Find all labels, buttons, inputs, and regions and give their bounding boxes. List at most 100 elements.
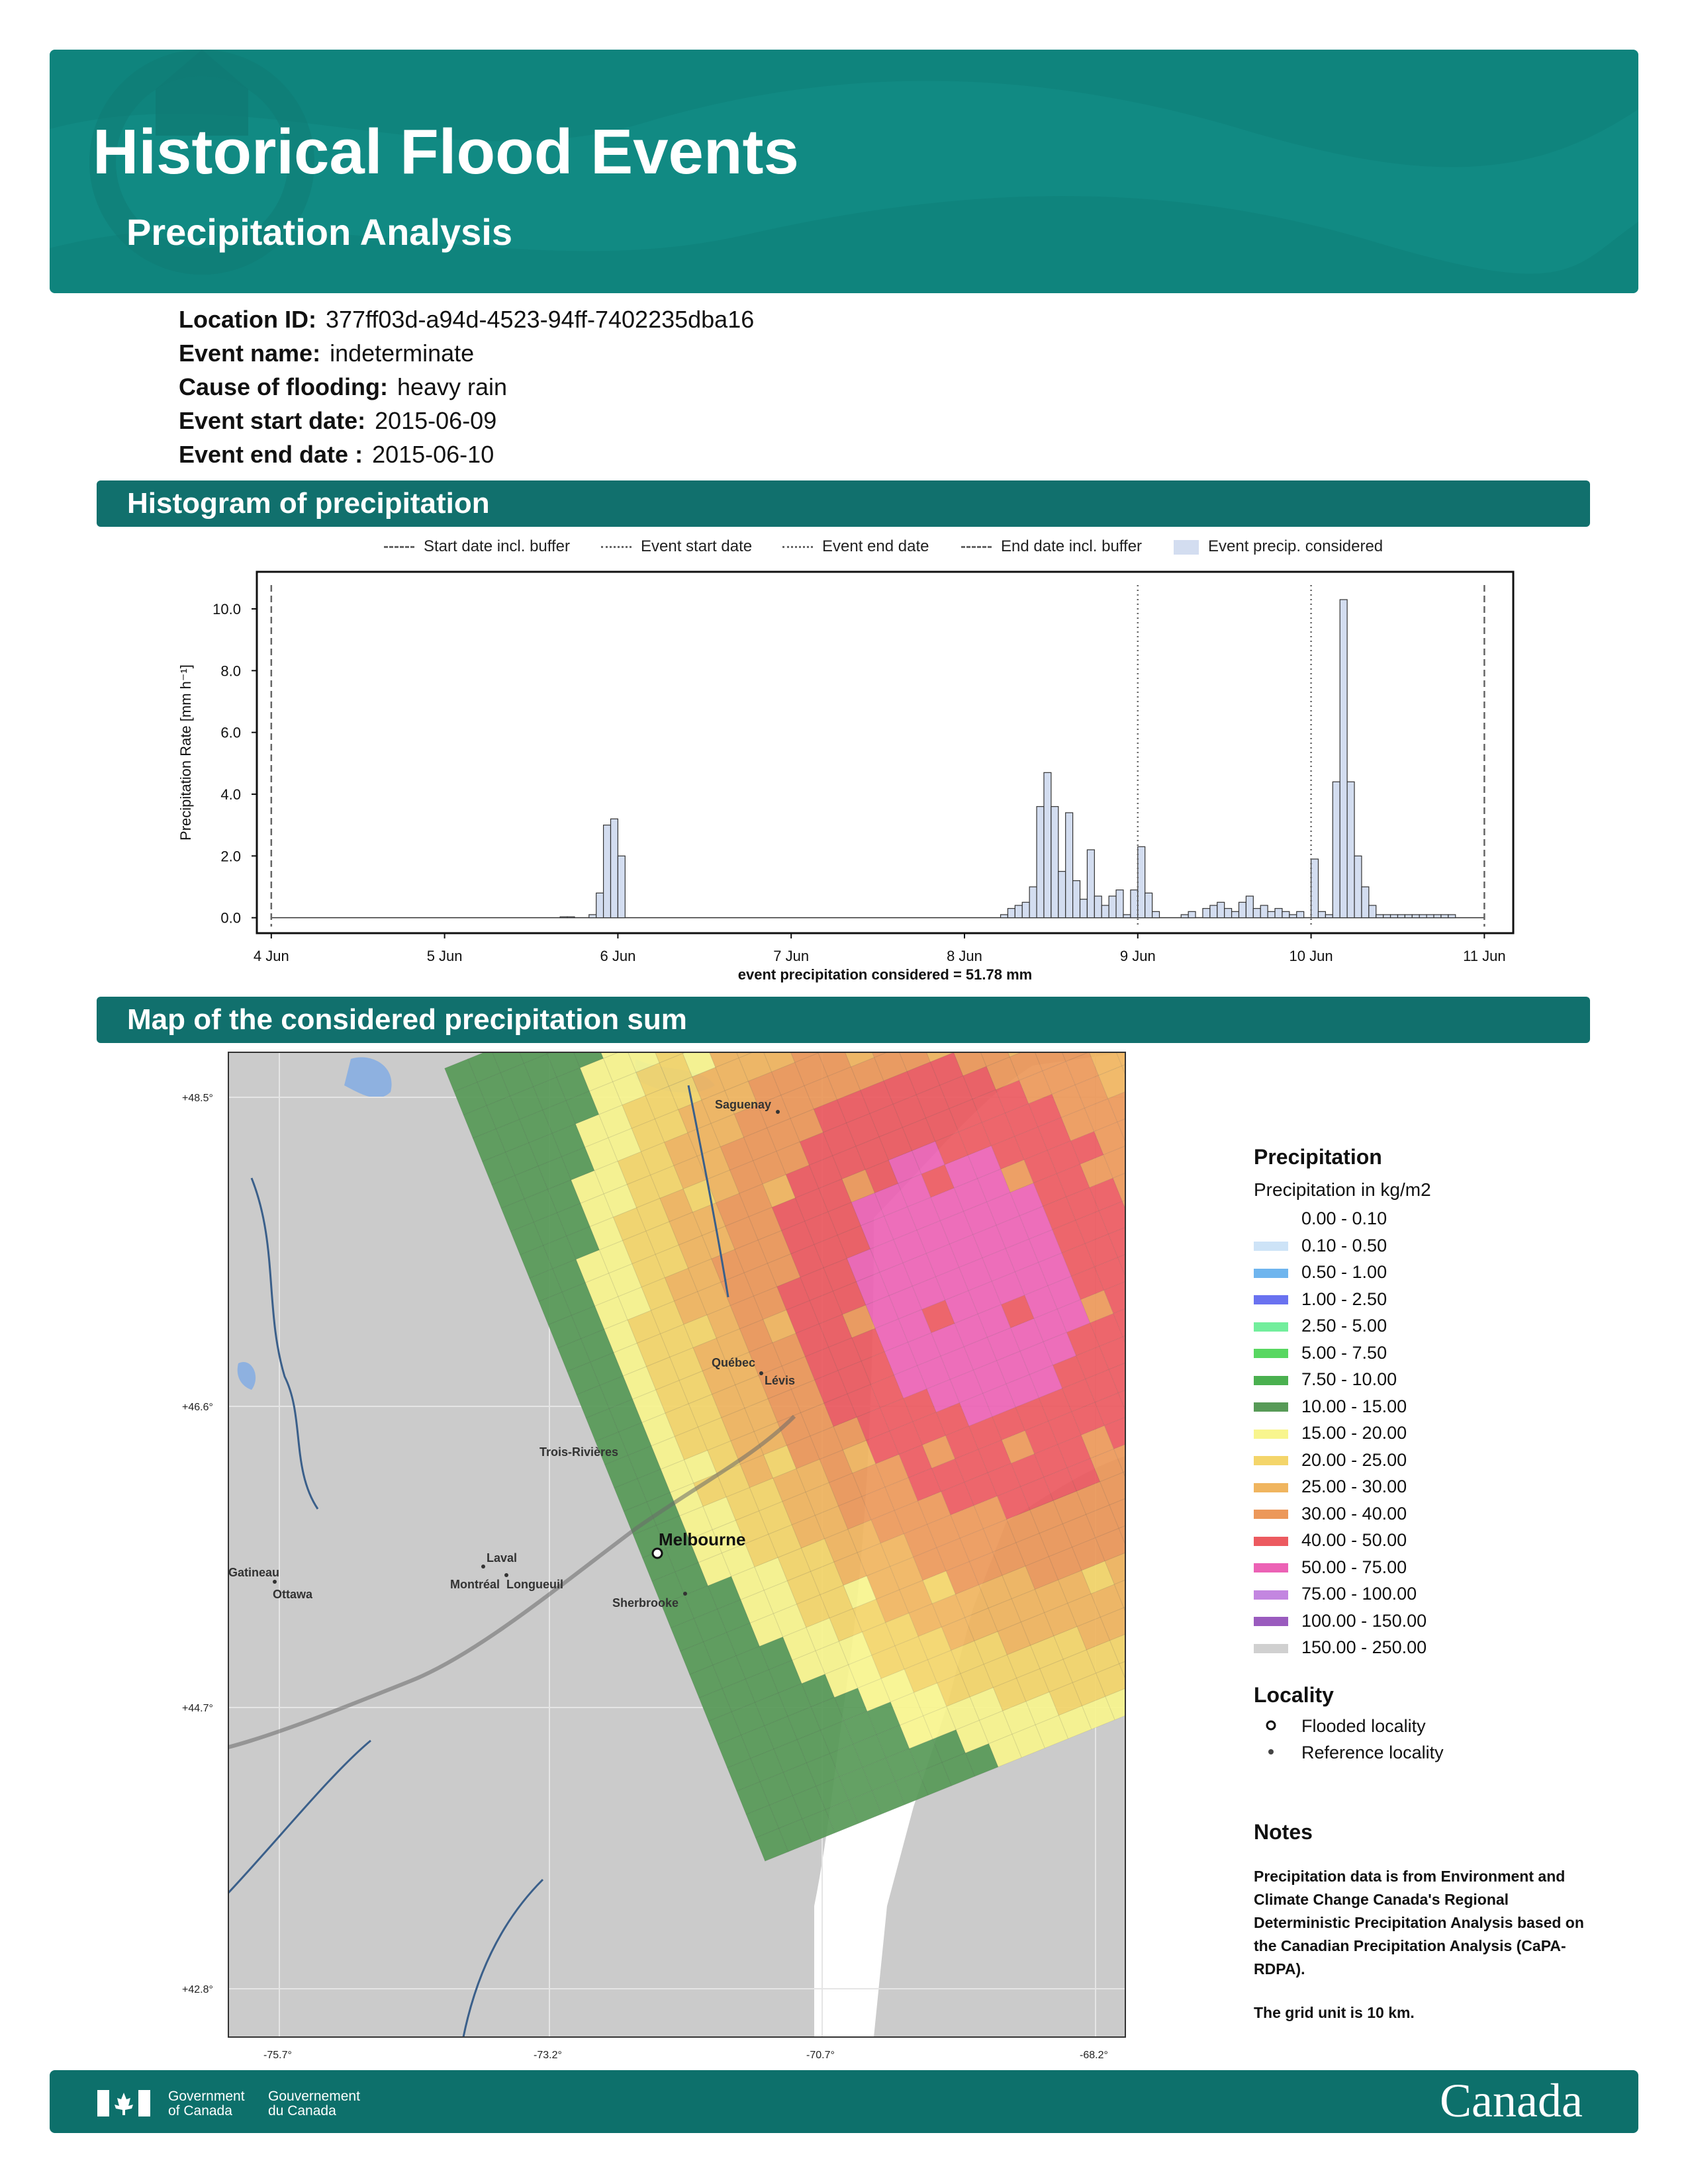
precip-bar [1231, 911, 1240, 919]
info-location-id: Location ID: 377ff03d-a94d-4523-94ff-7402… [179, 306, 754, 334]
precip-cell [1079, 1052, 1113, 1053]
info-cause: Cause of flooding: heavy rain [179, 373, 507, 401]
precip-bar [1282, 911, 1290, 919]
precip-cell [1142, 1510, 1174, 1542]
precip-bar [1000, 914, 1009, 919]
legend-end-buffer: End date incl. buffer [961, 537, 1142, 556]
precip-class-row: 100.00 - 150.00 [1254, 1611, 1427, 1631]
government-of-canada-fr: Gouvernement du Canada [268, 2089, 360, 2118]
precip-bar [1325, 914, 1333, 919]
government-of-canada-en: Government of Canada [168, 2089, 245, 2118]
legend-flooded-locality: Flooded locality [1254, 1716, 1426, 1737]
precip-cell [1155, 1206, 1188, 1238]
precip-cell [1160, 1285, 1192, 1318]
precip-bar [1411, 914, 1420, 919]
section-title: Map of the considered precipitation sum [127, 1003, 687, 1036]
precip-cell [1169, 1173, 1192, 1206]
precip-class-row: 75.00 - 100.00 [1254, 1584, 1417, 1604]
city-label: Saguenay [715, 1098, 771, 1111]
legend-event-start: Event start date [601, 537, 752, 556]
precip-cell [1023, 1046, 1056, 1048]
header-banner: Historical Flood Events Precipitation An… [50, 50, 1638, 293]
precip-bar [617, 855, 626, 919]
precip-class-row: 5.00 - 7.50 [1254, 1343, 1387, 1363]
precip-cell [1170, 1308, 1192, 1341]
precip-class-row: 25.00 - 30.00 [1254, 1477, 1407, 1497]
precip-cell [1131, 1080, 1164, 1113]
precip-cell [1121, 1056, 1125, 1090]
precip-class-row: 150.00 - 250.00 [1254, 1637, 1427, 1658]
precip-cell [1129, 1678, 1161, 1710]
precip-cell [1161, 1556, 1192, 1588]
legend-event-end: Event end date [782, 537, 929, 556]
precip-class-swatch [1254, 1536, 1288, 1546]
info-start-date: Event start date: 2015-06-09 [179, 407, 496, 435]
precip-cell [1159, 1046, 1192, 1047]
info-value: 2015-06-09 [375, 407, 497, 434]
precip-cell [1184, 1276, 1192, 1308]
precip-cell [1137, 1160, 1169, 1192]
precip-cell [1165, 1365, 1192, 1397]
precip-legend-subtitle: Precipitation in kg/m2 [1254, 1179, 1431, 1200]
info-event-name: Event name: indeterminate [179, 340, 474, 367]
city-label: Gatineau [228, 1566, 279, 1579]
precip-cell [1151, 1397, 1184, 1430]
info-label: Event start date: [179, 407, 366, 434]
precip-class-label: 0.50 - 1.00 [1301, 1262, 1387, 1282]
precip-cell [1147, 1589, 1180, 1621]
precip-cell [1141, 1239, 1174, 1271]
info-value: 2015-06-10 [372, 441, 494, 468]
precip-class-swatch [1254, 1429, 1288, 1439]
precip-cell [1180, 1467, 1192, 1500]
precip-bar [1145, 892, 1153, 919]
precip-cell [1174, 1388, 1192, 1420]
precip-cell [1133, 1486, 1165, 1519]
precip-cell [1127, 1136, 1159, 1168]
precip-cell [1179, 1332, 1192, 1365]
precip-class-row: 15.00 - 20.00 [1254, 1423, 1407, 1443]
precip-bar [1296, 911, 1305, 919]
precip-bar [1115, 889, 1124, 919]
precip-cell [1160, 1150, 1192, 1182]
precip-class-swatch [1254, 1322, 1288, 1332]
canada-wordmark: Canada [1440, 2074, 1583, 2127]
section-bar-map: Map of the considered precipitation sum [97, 997, 1590, 1043]
city-label: Trois-Rivières [539, 1445, 618, 1459]
precip-class-label: 75.00 - 100.00 [1301, 1584, 1417, 1604]
precip-cell [1184, 1547, 1192, 1579]
precip-cell [1128, 1542, 1160, 1574]
info-label: Event name: [179, 340, 321, 367]
lat-label: +44.7° [182, 1703, 213, 1714]
precip-bar [1130, 889, 1139, 919]
precip-class-swatch [1254, 1214, 1288, 1224]
info-value: heavy rain [397, 373, 508, 400]
precip-class-row: 0.50 - 1.00 [1254, 1262, 1387, 1283]
precip-cell [1136, 1046, 1168, 1056]
y-tick-label: 2.0 [220, 848, 241, 864]
precip-bar [1094, 895, 1102, 919]
precip-bar [1317, 911, 1326, 919]
precip-class-swatch [1254, 1590, 1288, 1600]
precip-histogram: 0.0 2.0 4.0 6.0 8.0 10.0 4 Jun 5 Jun 6 Jun 7 Jun 8… [177, 570, 1515, 983]
precip-bar [1058, 871, 1066, 919]
precip-class-swatch [1254, 1563, 1288, 1573]
lon-label: -68.2° [1080, 2050, 1108, 2061]
precip-cell [1152, 1668, 1184, 1701]
precip-bar [1065, 812, 1074, 919]
x-tick-label: 10 Jun [1289, 948, 1333, 964]
precip-cell [1132, 1215, 1164, 1248]
precip-bar [1252, 908, 1261, 919]
precip-cell [618, 1046, 650, 1049]
y-tick-label: 10.0 [212, 601, 241, 617]
precip-cell [1166, 1500, 1192, 1533]
precip-class-swatch [1254, 1242, 1288, 1251]
lon-label: -70.7° [806, 2050, 835, 2061]
precip-cell [1164, 1094, 1192, 1126]
precip-bar [1310, 858, 1319, 919]
precip-class-swatch [1254, 1643, 1288, 1653]
precip-class-label: 40.00 - 50.00 [1301, 1530, 1407, 1550]
precip-bar [1014, 905, 1023, 919]
precip-cell [1146, 1183, 1178, 1215]
precip-bar [1224, 908, 1233, 919]
precip-cell [1146, 1318, 1178, 1351]
